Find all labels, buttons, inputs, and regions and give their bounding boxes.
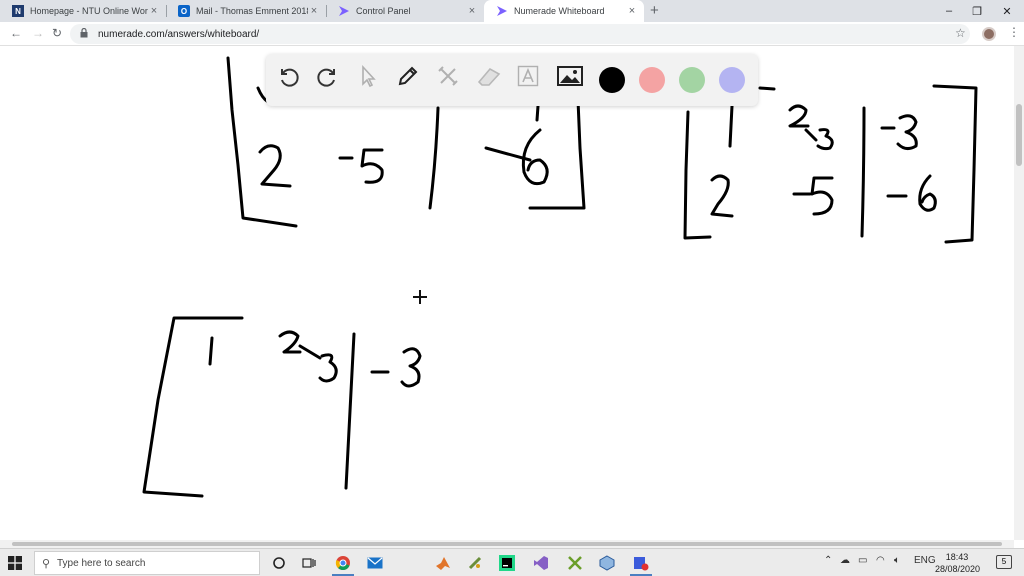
ink-digit-5 xyxy=(810,176,834,216)
menu-kebab-icon[interactable]: ⋮ xyxy=(1008,25,1020,39)
crosshair-cursor-icon xyxy=(413,290,427,304)
app-notification-icon[interactable] xyxy=(632,554,650,572)
vertical-scroll-thumb[interactable] xyxy=(1016,104,1022,166)
horizontal-scrollbar[interactable] xyxy=(0,540,1014,548)
color-pink-swatch[interactable] xyxy=(639,67,665,93)
tab-ntu-homepage[interactable]: N Homepage - NTU Online Worksp × xyxy=(0,0,166,22)
search-placeholder: Type here to search xyxy=(57,557,146,569)
taskbar-search-box[interactable]: ⚲ Type here to search xyxy=(34,551,260,575)
mail-icon[interactable] xyxy=(366,554,384,572)
profile-avatar-icon[interactable] xyxy=(982,27,996,41)
undo-icon[interactable] xyxy=(276,64,308,96)
ink-digit-3 xyxy=(400,347,422,388)
ink-digit-3 xyxy=(896,114,918,151)
pointer-icon[interactable] xyxy=(356,64,388,96)
image-icon[interactable] xyxy=(556,64,588,96)
horizontal-scroll-thumb[interactable] xyxy=(12,542,1002,546)
eraser-icon[interactable] xyxy=(476,64,508,96)
taskbar-clock[interactable]: 18:43 28/08/2020 xyxy=(935,551,981,575)
color-green-swatch[interactable] xyxy=(679,67,705,93)
virtualbox-icon[interactable] xyxy=(598,554,616,572)
vertical-scrollbar[interactable] xyxy=(1014,46,1024,540)
ink-digit-5 xyxy=(360,148,384,184)
visual-studio-icon[interactable] xyxy=(532,554,550,572)
chrome-icon[interactable] xyxy=(334,554,352,572)
ink-fraction-2 xyxy=(788,104,810,128)
ink-digit-6 xyxy=(521,128,549,186)
ink-fraction-slash xyxy=(804,128,818,142)
tab-strip: N Homepage - NTU Online Worksp × O Mail … xyxy=(0,0,1024,22)
numerade-icon xyxy=(338,5,350,17)
ink-digit-6 xyxy=(918,174,937,212)
tab-close-icon[interactable]: × xyxy=(148,5,160,17)
ink-fraction-3 xyxy=(816,128,834,151)
lock-icon xyxy=(80,27,90,40)
reload-icon[interactable]: ↻ xyxy=(52,26,62,40)
search-icon: ⚲ xyxy=(41,557,51,570)
language-indicator[interactable]: ENG xyxy=(914,555,936,566)
text-icon[interactable] xyxy=(516,64,548,96)
ink-vertical-bar xyxy=(344,332,356,490)
pencil-icon[interactable] xyxy=(396,64,428,96)
battery-icon[interactable]: ▭ xyxy=(858,555,867,566)
volume-icon[interactable]: 🔈︎ xyxy=(894,555,900,566)
bookmark-star-icon[interactable]: ☆ xyxy=(955,26,966,40)
windows-start-icon[interactable] xyxy=(8,556,22,570)
ink-dash xyxy=(758,86,776,91)
ink-fraction-slash xyxy=(298,344,322,360)
outlook-icon: O xyxy=(178,5,190,17)
new-tab-button[interactable]: + xyxy=(650,2,659,19)
matlab-icon[interactable] xyxy=(434,554,452,572)
handwriting-layer xyxy=(142,56,978,498)
address-bar[interactable]: numerade.com/answers/whiteboard/ xyxy=(70,24,970,44)
ink-vertical-bar xyxy=(860,106,866,238)
tab-numerade-whiteboard[interactable]: Numerade Whiteboard × xyxy=(484,0,644,22)
tools-icon[interactable] xyxy=(436,64,468,96)
wifi-icon[interactable]: ◠ xyxy=(876,555,885,566)
forward-arrow-icon[interactable]: → xyxy=(32,26,44,40)
tab-control-panel[interactable]: Control Panel × xyxy=(326,0,484,22)
numerade-icon xyxy=(496,5,508,17)
ntu-logo-icon: N xyxy=(12,5,24,17)
ink-bracket-left xyxy=(142,316,244,498)
ink-digit-1 xyxy=(208,336,214,366)
ink-fraction-3 xyxy=(318,353,338,383)
whiteboard-toolbar xyxy=(266,54,758,106)
ink-bracket-right xyxy=(932,84,978,244)
color-black-swatch[interactable] xyxy=(599,67,625,93)
url-text[interactable]: numerade.com/answers/whiteboard/ xyxy=(98,29,259,40)
whiteboard-canvas[interactable] xyxy=(0,46,1014,540)
tab-close-icon[interactable]: × xyxy=(308,5,320,17)
cortana-icon[interactable] xyxy=(270,554,288,572)
notification-center-icon[interactable]: 5 xyxy=(996,555,1012,569)
ink-fraction-2 xyxy=(278,330,302,354)
task-view-icon[interactable] xyxy=(300,554,318,572)
notification-count: 5 xyxy=(1001,557,1007,566)
ink-bracket-left xyxy=(683,110,712,240)
ink-digit-1 xyxy=(728,104,734,148)
windows-taskbar: ⚲ Type here to search ⌃ ☁ ▭ ◠ 🔈︎ ENG 18:… xyxy=(0,548,1024,576)
tab-close-icon[interactable]: × xyxy=(626,5,638,17)
back-arrow-icon[interactable]: ← xyxy=(10,26,22,40)
redo-icon[interactable] xyxy=(316,64,348,96)
app-icon[interactable] xyxy=(466,554,484,572)
clock-date: 28/08/2020 xyxy=(935,564,981,574)
ink-tick xyxy=(535,104,540,122)
close-window-button[interactable]: ✕ xyxy=(990,0,1024,22)
ink-digit-2 xyxy=(710,174,734,218)
tab-close-icon[interactable]: × xyxy=(466,5,478,17)
color-lavender-swatch[interactable] xyxy=(719,67,745,93)
tray-chevron-up-icon[interactable]: ⌃ xyxy=(824,555,832,566)
browser-toolbar: ← → ↻ numerade.com/answers/whiteboard/ ☆… xyxy=(0,22,1024,46)
ink-digit-2 xyxy=(258,144,292,188)
maximize-button[interactable]: ❐ xyxy=(960,0,994,22)
clock-time: 18:43 xyxy=(945,552,969,562)
onedrive-icon[interactable]: ☁ xyxy=(840,555,850,566)
pycharm-icon[interactable] xyxy=(498,554,516,572)
ink-vertical-bar xyxy=(428,106,440,210)
tab-mail[interactable]: O Mail - Thomas Emment 2018 (N × xyxy=(166,0,326,22)
tool-icon[interactable] xyxy=(566,554,584,572)
